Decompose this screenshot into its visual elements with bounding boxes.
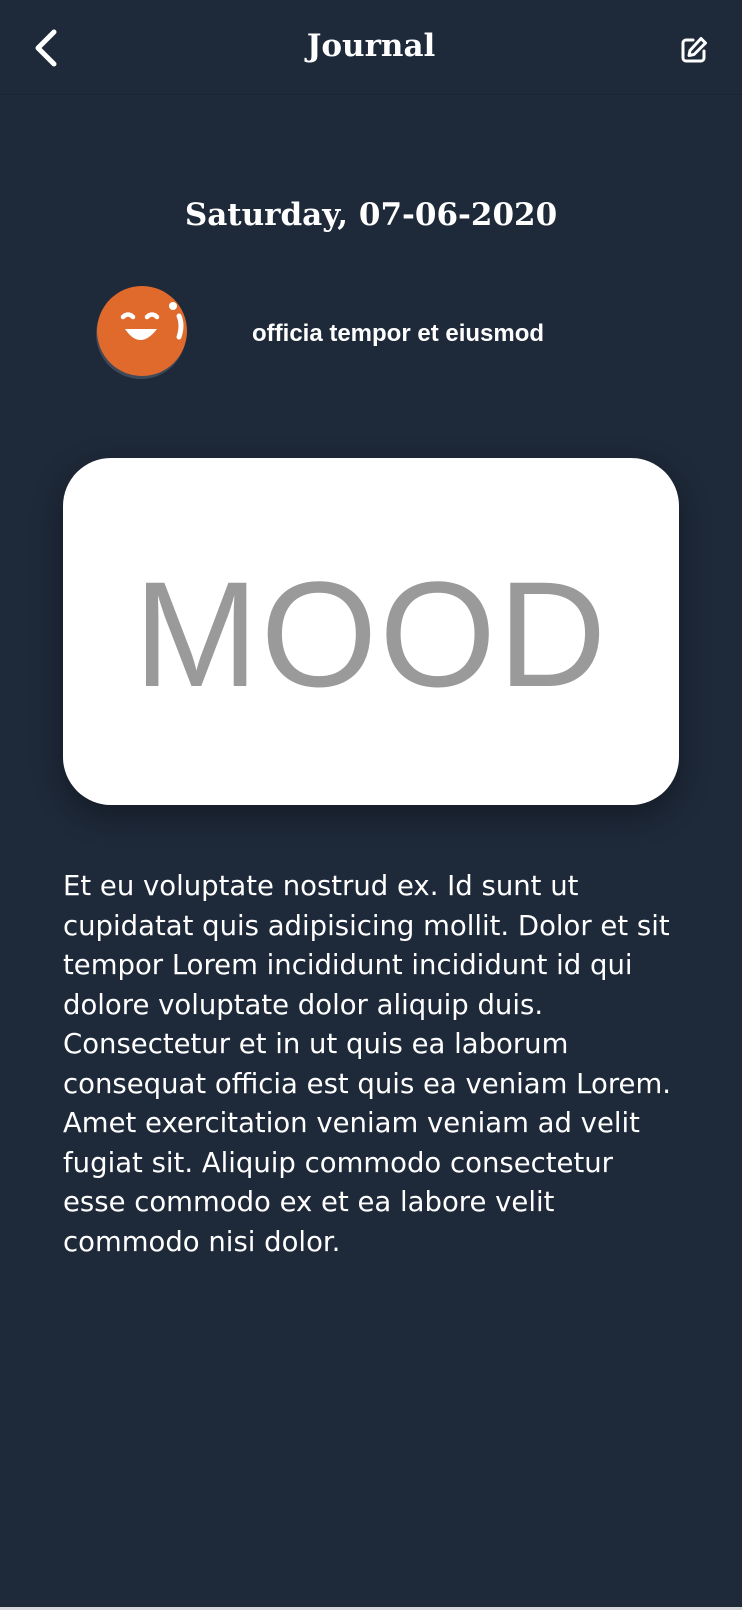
app-header: Journal xyxy=(0,0,742,95)
edit-button[interactable] xyxy=(674,30,714,70)
entry-date: Saturday, 07-06-2020 xyxy=(184,197,558,233)
page-title: Journal xyxy=(306,28,436,64)
mood-card[interactable]: MOOD xyxy=(63,458,679,805)
entry-title: officia tempor et eiusmod xyxy=(252,320,545,347)
entry-body: Et eu voluptate nostrud ex. Id sunt ut c… xyxy=(63,870,671,1258)
mood-avatar xyxy=(95,285,189,379)
edit-icon xyxy=(681,37,707,63)
mood-label: MOOD xyxy=(133,549,609,718)
smiley-face-icon xyxy=(96,286,187,379)
